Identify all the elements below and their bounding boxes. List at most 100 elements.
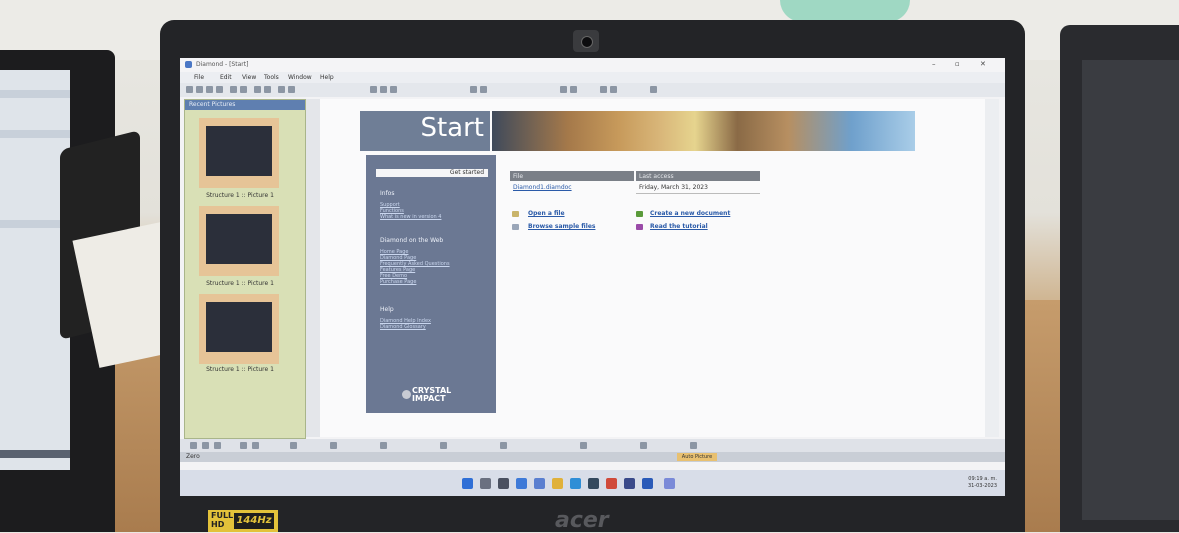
- recent-picture-caption: Structure 1 :: Picture 1: [206, 366, 274, 373]
- toolbar-button[interactable]: [230, 86, 237, 93]
- folder-icon: [512, 211, 519, 217]
- splitter[interactable]: [306, 99, 320, 437]
- toolbar-button[interactable]: [370, 86, 377, 93]
- toolbar-button[interactable]: [480, 86, 487, 93]
- maximize-icon[interactable]: ▫: [955, 60, 960, 68]
- column-last-access: Last access: [636, 171, 760, 181]
- toolbar-button[interactable]: [560, 86, 567, 93]
- toolbar-button[interactable]: [240, 86, 247, 93]
- menu-tools[interactable]: Tools: [264, 74, 279, 81]
- toolbar-button[interactable]: [278, 86, 285, 93]
- recent-files-table: File Last access Diamond1.diamdoc Friday…: [510, 171, 760, 195]
- display-sticker: FULL HD 144Hz: [208, 510, 278, 532]
- toolbar-button[interactable]: [186, 86, 193, 93]
- toolbar-button[interactable]: [214, 442, 221, 449]
- toolbar-button[interactable]: [380, 442, 387, 449]
- chat-icon[interactable]: [534, 478, 545, 489]
- section-web: Diamond on the Web: [380, 237, 444, 244]
- table-row[interactable]: Diamond1.diamdoc: [510, 183, 634, 193]
- window-title: Diamond - [Start]: [196, 61, 249, 68]
- browse-samples-link[interactable]: Browse sample files: [528, 223, 595, 230]
- edge-icon[interactable]: [570, 478, 581, 489]
- toolbar-button[interactable]: [190, 442, 197, 449]
- menu-view[interactable]: View: [242, 74, 256, 81]
- app-icon[interactable]: [606, 478, 617, 489]
- search-icon[interactable]: [480, 478, 491, 489]
- toolbar: [180, 83, 1005, 97]
- menu-window[interactable]: Window: [288, 74, 312, 81]
- status-mode: Auto Picture: [677, 453, 717, 461]
- vertical-scrollbar[interactable]: [985, 99, 999, 437]
- toolbar-button[interactable]: [650, 86, 657, 93]
- right-laptop-screen: [1082, 60, 1179, 520]
- toolbar-button[interactable]: [206, 86, 213, 93]
- create-document-link[interactable]: Create a new document: [650, 210, 730, 217]
- teal-object: [780, 0, 910, 22]
- section-help: Help: [380, 306, 394, 313]
- app-icon[interactable]: [642, 478, 653, 489]
- diamond-app-icon[interactable]: [664, 478, 675, 489]
- taskbar: 09:19 a. m. 31-03-2023: [180, 470, 1005, 496]
- toolbar-button[interactable]: [288, 86, 295, 93]
- menu-help[interactable]: Help: [320, 74, 334, 81]
- sample-files-icon: [512, 224, 519, 230]
- toolbar-button[interactable]: [240, 442, 247, 449]
- toolbar-button[interactable]: [216, 86, 223, 93]
- tutorial-icon: [636, 224, 643, 230]
- toolbar-button[interactable]: [610, 86, 617, 93]
- toolbar-button[interactable]: [500, 442, 507, 449]
- toolbar-button[interactable]: [600, 86, 607, 93]
- toolbar-button[interactable]: [470, 86, 477, 93]
- recent-picture-thumbnail[interactable]: [199, 294, 279, 364]
- new-document-icon: [636, 211, 643, 217]
- store-icon[interactable]: [588, 478, 599, 489]
- widgets-icon[interactable]: [516, 478, 527, 489]
- bottom-toolbar: [180, 439, 1005, 452]
- section-infos: Infos: [380, 190, 395, 197]
- toolbar-button[interactable]: [196, 86, 203, 93]
- recent-picture-caption: Structure 1 :: Picture 1: [206, 280, 274, 287]
- toolbar-button[interactable]: [690, 442, 697, 449]
- toolbar-button[interactable]: [252, 442, 259, 449]
- toolbar-button[interactable]: [580, 442, 587, 449]
- toolbar-button[interactable]: [440, 442, 447, 449]
- start-sidebar: Get started Infos Support Functions What…: [366, 155, 496, 413]
- laptop-screen: Diamond - [Start] – ▫ ✕ File Edit View T…: [180, 58, 1005, 496]
- system-tray-clock[interactable]: 09:19 a. m. 31-03-2023: [968, 476, 997, 490]
- link-glossary[interactable]: Diamond Glossary: [380, 324, 426, 330]
- recent-pictures-panel: Recent Pictures Structure 1 :: Picture 1…: [184, 99, 306, 439]
- open-file-link[interactable]: Open a file: [528, 210, 565, 217]
- column-file: File: [510, 171, 634, 181]
- link-purchase[interactable]: Purchase Page: [380, 279, 416, 285]
- task-view-icon[interactable]: [498, 478, 509, 489]
- toolbar-button[interactable]: [254, 86, 261, 93]
- banner-image: [492, 111, 915, 151]
- start-banner: Start: [360, 111, 490, 151]
- start-icon[interactable]: [462, 478, 473, 489]
- get-started-header: Get started: [376, 169, 488, 177]
- recent-picture-thumbnail[interactable]: [199, 206, 279, 276]
- toolbar-button[interactable]: [202, 442, 209, 449]
- close-icon[interactable]: ✕: [980, 60, 986, 68]
- recent-picture-thumbnail[interactable]: [199, 118, 279, 188]
- menu-file[interactable]: File: [194, 74, 204, 81]
- toolbar-button[interactable]: [264, 86, 271, 93]
- read-tutorial-link[interactable]: Read the tutorial: [650, 223, 708, 230]
- link-whats-new[interactable]: What is new in version 4: [380, 214, 441, 220]
- toolbar-button[interactable]: [290, 442, 297, 449]
- app-icon[interactable]: [624, 478, 635, 489]
- recent-pictures-title: Recent Pictures: [185, 100, 305, 110]
- app-icon: [185, 61, 192, 68]
- menu-bar: File Edit View Tools Window Help: [180, 72, 1005, 83]
- table-row: Friday, March 31, 2023: [636, 183, 760, 194]
- crystal-impact-logo: CRYSTAL IMPACT: [402, 387, 460, 403]
- menu-edit[interactable]: Edit: [220, 74, 232, 81]
- minimize-icon[interactable]: –: [932, 60, 936, 68]
- file-explorer-icon[interactable]: [552, 478, 563, 489]
- start-page: Start Get started Infos Support Function…: [320, 99, 985, 437]
- toolbar-button[interactable]: [640, 442, 647, 449]
- toolbar-button[interactable]: [330, 442, 337, 449]
- toolbar-button[interactable]: [390, 86, 397, 93]
- toolbar-button[interactable]: [380, 86, 387, 93]
- toolbar-button[interactable]: [570, 86, 577, 93]
